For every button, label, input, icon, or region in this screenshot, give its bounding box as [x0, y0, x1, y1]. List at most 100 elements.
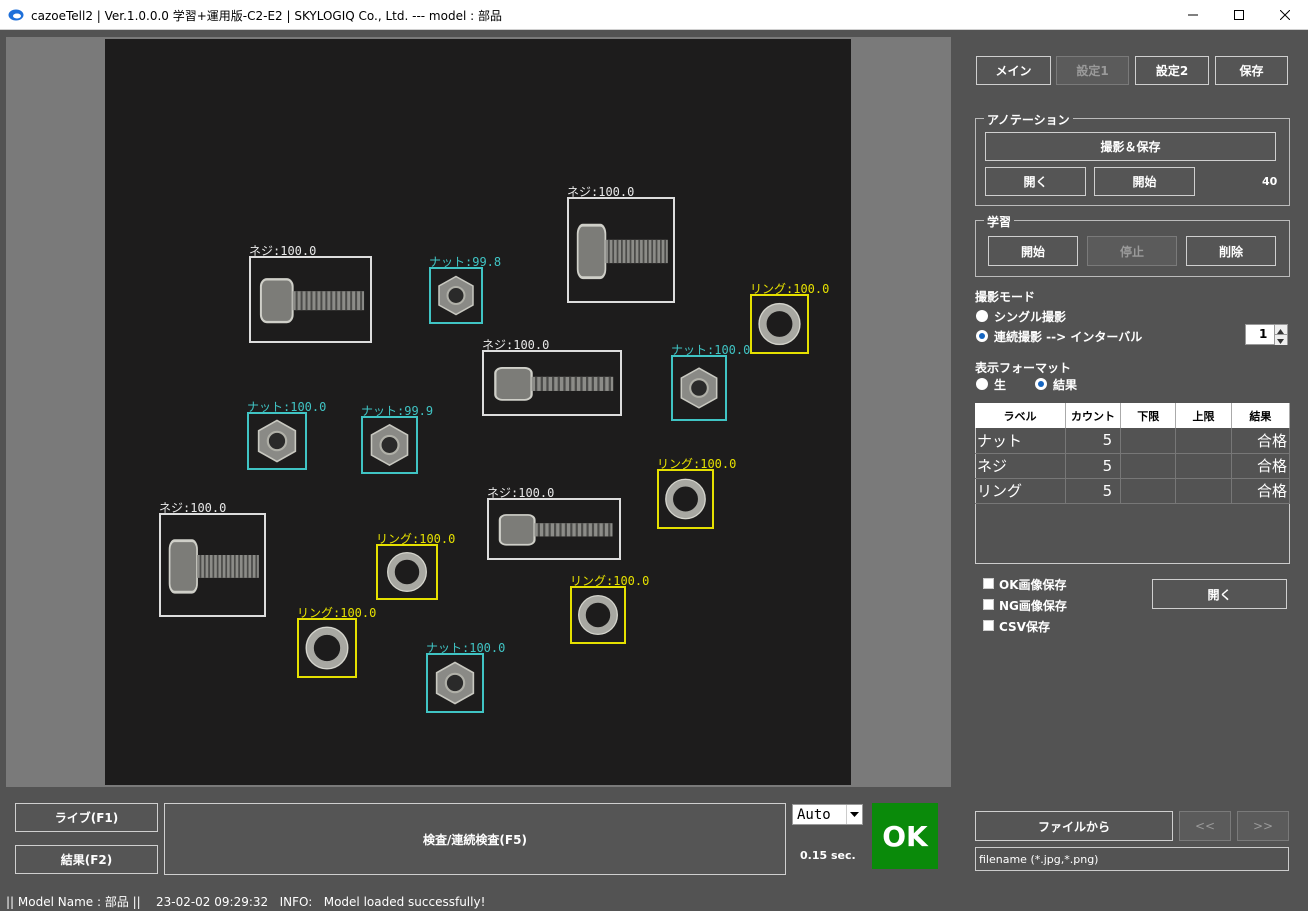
stepper-up-icon[interactable]: [1274, 325, 1287, 335]
continuous-capture-radio[interactable]: [976, 330, 988, 342]
tab-settings2[interactable]: 設定2: [1135, 56, 1209, 85]
filename-input[interactable]: [975, 847, 1289, 871]
table-row[interactable]: ナット 5 合格: [975, 428, 1291, 454]
interval-stepper[interactable]: 1: [1245, 324, 1288, 345]
detection-box-nut: ナット:99.9: [361, 404, 433, 474]
row-label: リング: [975, 478, 1066, 504]
nut-icon: [680, 367, 718, 409]
results-table: ラベル カウント 下限 上限 結果 ナット 5 合格 ネジ 5 合格 リング 5…: [975, 403, 1291, 504]
tab-settings1[interactable]: 設定1: [1056, 56, 1129, 85]
header-count: カウント: [1065, 403, 1122, 428]
learning-start-button[interactable]: 開始: [988, 236, 1078, 266]
detection-label: ネジ:100.0: [487, 486, 555, 500]
detection-box-screw: ネジ:100.0: [159, 501, 266, 617]
chevron-down-icon[interactable]: [846, 805, 862, 824]
result-format-label: 結果: [1053, 378, 1078, 392]
detection-label: リング:100.0: [750, 282, 830, 296]
row-max: [1175, 453, 1232, 479]
detection-box-nut: ナット:100.0: [671, 343, 750, 421]
detection-box-ring: リング:100.0: [750, 282, 829, 354]
table-row[interactable]: リング 5 合格: [975, 478, 1291, 504]
row-label: ナット: [975, 428, 1066, 454]
row-count: 5: [1065, 453, 1122, 479]
ring-icon: [577, 594, 619, 636]
detection-label: ネジ:100.0: [567, 185, 635, 199]
single-capture-radio[interactable]: [976, 310, 988, 322]
ng-image-save-checkbox[interactable]: [983, 599, 994, 610]
detection-label: ネジ:100.0: [482, 338, 550, 352]
detection-box-screw: ネジ:100.0: [249, 244, 372, 343]
save-folder-open-button[interactable]: 開く: [1152, 579, 1287, 609]
detection-box-ring: リング:100.0: [297, 606, 376, 678]
row-count: 5: [1065, 478, 1122, 504]
prev-image-button[interactable]: <<: [1179, 811, 1231, 841]
row-result: 合格: [1231, 478, 1291, 504]
minimize-icon[interactable]: [1170, 0, 1216, 30]
verdict-indicator: OK: [872, 803, 938, 869]
detection-label: ナット:100.0: [671, 343, 751, 357]
tab-main[interactable]: メイン: [976, 56, 1051, 85]
live-button[interactable]: ライブ(F1): [15, 803, 158, 832]
detection-box-ring: リング:100.0: [657, 457, 736, 529]
ring-icon: [758, 302, 801, 346]
csv-save-checkbox[interactable]: [983, 620, 994, 631]
row-min: [1120, 453, 1177, 479]
row-label: ネジ: [975, 453, 1066, 479]
screw-icon: [498, 514, 613, 546]
annotation-start-button[interactable]: 開始: [1094, 167, 1195, 196]
header-max: 上限: [1175, 403, 1232, 428]
continuous-capture-label: 連続撮影 --> インターバル: [994, 330, 1143, 344]
learning-stop-button[interactable]: 停止: [1087, 236, 1177, 266]
row-result: 合格: [1231, 453, 1291, 479]
capture-save-button[interactable]: 撮影＆保存: [985, 132, 1276, 161]
screw-icon: [494, 367, 614, 401]
annotation-open-button[interactable]: 開く: [985, 167, 1086, 196]
row-max: [1175, 478, 1232, 504]
detection-label: リング:100.0: [657, 457, 737, 471]
table-row[interactable]: ネジ 5 合格: [975, 453, 1291, 479]
display-format-title: 表示フォーマット: [975, 361, 1072, 375]
ring-icon: [305, 626, 349, 670]
detection-label: リング:100.0: [570, 574, 650, 588]
row-result: 合格: [1231, 428, 1291, 454]
row-min: [1120, 428, 1177, 454]
nut-icon: [370, 423, 409, 467]
mode-select[interactable]: Auto: [792, 804, 863, 825]
ok-image-save-label: OK画像保存: [999, 578, 1067, 592]
next-image-button[interactable]: >>: [1237, 811, 1289, 841]
detection-label: ネジ:100.0: [249, 244, 317, 258]
nut-icon: [435, 661, 475, 705]
annotation-count: 40: [1262, 175, 1278, 188]
inspect-button[interactable]: 検査/連続検査(F5): [164, 803, 786, 875]
learning-delete-button[interactable]: 削除: [1186, 236, 1276, 266]
raw-format-radio[interactable]: [976, 378, 988, 390]
image-viewer: ネジ:100.0 ナット:99.8 ネジ:100.0 リング:100.0 ネジ:100.…: [6, 37, 951, 787]
detection-box-nut: ナット:100.0: [247, 400, 326, 470]
detection-label: ネジ:100.0: [159, 501, 227, 515]
header-label: ラベル: [975, 403, 1066, 428]
ok-image-save-checkbox[interactable]: [983, 578, 994, 589]
detection-box-nut: ナット:100.0: [426, 641, 505, 713]
result-button[interactable]: 結果(F2): [15, 845, 158, 874]
detection-label: リング:100.0: [297, 606, 377, 620]
header-min: 下限: [1120, 403, 1177, 428]
window-title: cazoeTell2 | Ver.1.0.0.0 学習+運用版-C2-E2 | …: [31, 9, 502, 23]
detection-label: ナット:99.8: [429, 255, 502, 269]
screw-icon: [259, 278, 365, 324]
maximize-icon[interactable]: [1216, 0, 1262, 30]
annotation-title: アノテーション: [984, 111, 1073, 128]
row-min: [1120, 478, 1177, 504]
from-file-button[interactable]: ファイルから: [975, 811, 1173, 841]
detection-box-ring: リング:100.0: [376, 532, 455, 600]
nut-icon: [438, 275, 474, 316]
capture-mode-title: 撮影モード: [975, 290, 1036, 304]
status-text: || Model Name : 部品 || 23-02-02 09:29:32 …: [6, 895, 486, 909]
result-format-radio[interactable]: [1035, 378, 1047, 390]
stepper-down-icon[interactable]: [1274, 335, 1287, 345]
close-icon[interactable]: [1262, 0, 1308, 30]
save-button[interactable]: 保存: [1215, 56, 1288, 85]
detection-label: ナット:100.0: [426, 641, 506, 655]
row-count: 5: [1065, 428, 1122, 454]
mode-value: Auto: [797, 807, 831, 823]
detection-box-screw: ネジ:100.0: [487, 486, 621, 560]
